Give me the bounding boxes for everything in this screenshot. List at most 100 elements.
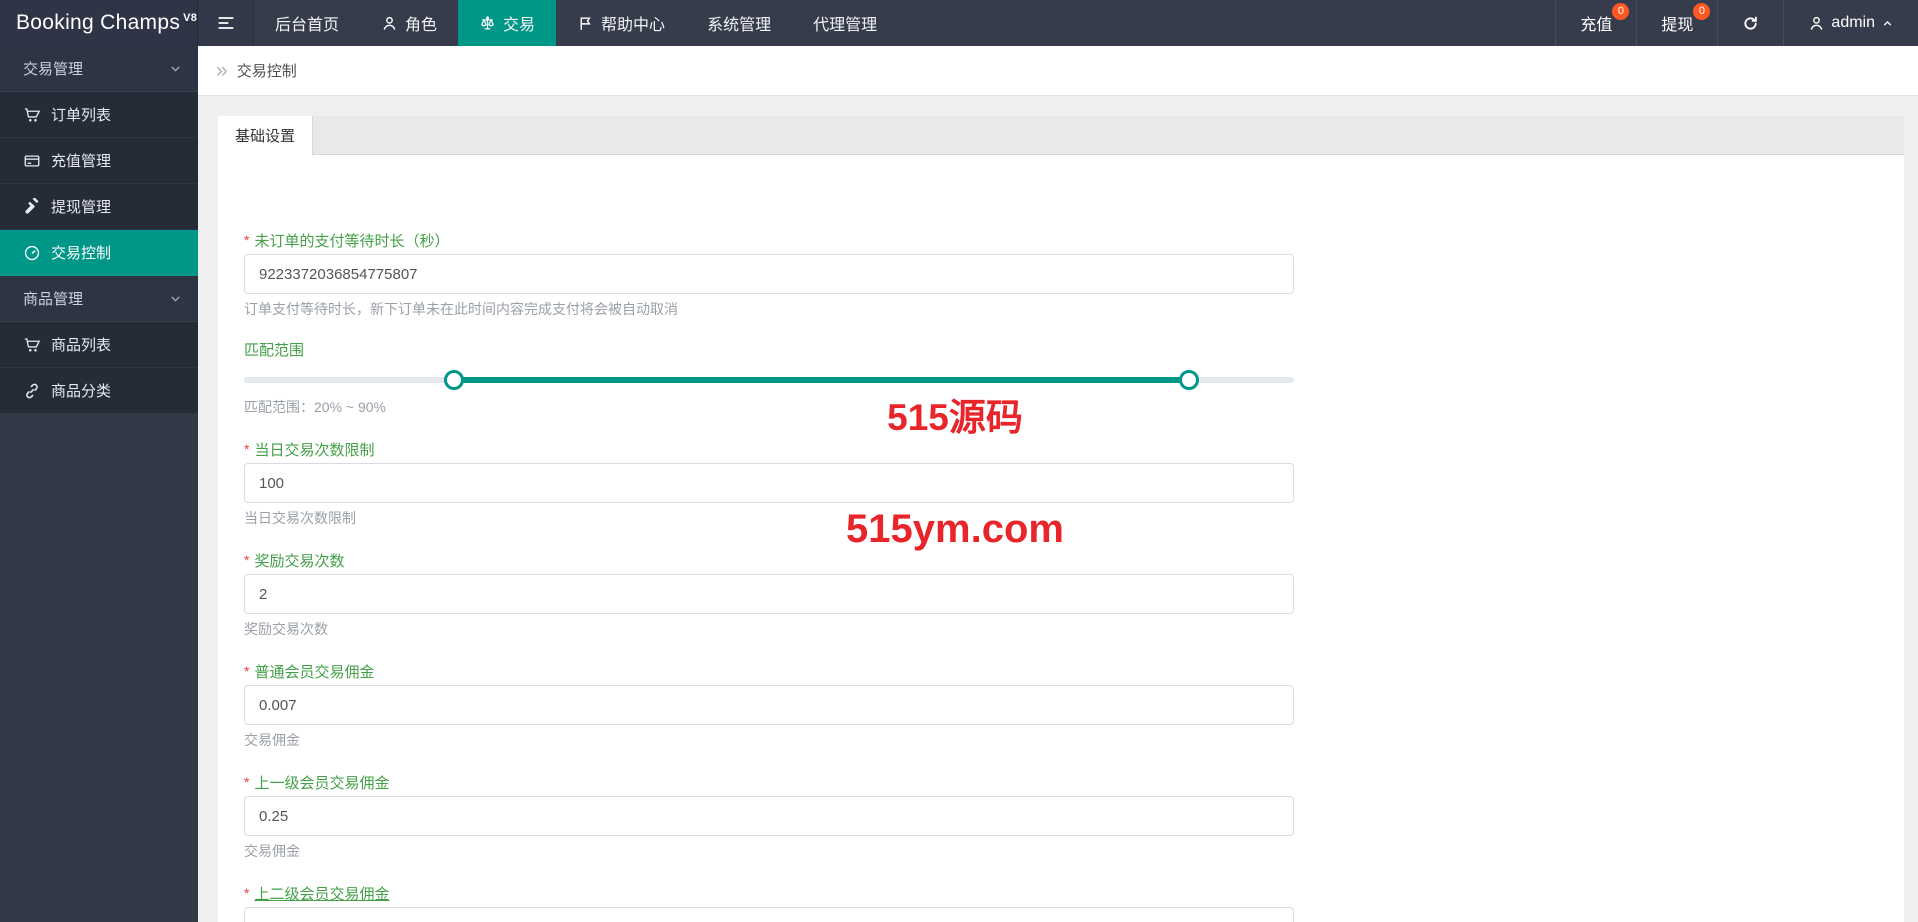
normal-member-commission-input[interactable] xyxy=(244,685,1294,725)
required-asterisk: * xyxy=(244,885,249,901)
nav-item-trade[interactable]: 交易 xyxy=(458,0,556,46)
field-level2-member-commission: *上二级会员交易佣金 交易佣金 xyxy=(244,884,1294,922)
withdraw-badge: 0 xyxy=(1693,3,1710,20)
settings-form: *未订单的支付等待时长（秒） 订单支付等待时长，新下订单未在此时间内容完成支付将… xyxy=(244,231,1294,922)
nav-item-dashboard[interactable]: 后台首页 xyxy=(254,0,360,46)
sidebar-item-label: 提现管理 xyxy=(51,196,111,217)
sidebar-group-trade-management[interactable]: 交易管理 xyxy=(0,46,198,92)
sidebar-item-label: 订单列表 xyxy=(51,104,111,125)
refresh-button[interactable] xyxy=(1717,0,1783,46)
brand-name: Booking ChampsV8 xyxy=(16,11,197,35)
sidebar-group-label: 交易管理 xyxy=(23,58,83,79)
navbar-spacer xyxy=(898,0,1555,46)
content-area: 基础设置 *未订单的支付等待时长（秒） 订单支付等待时长，新下订单未在此时间内容… xyxy=(198,96,1918,922)
sidebar-item-label: 交易控制 xyxy=(51,242,111,263)
slider-handle-min[interactable] xyxy=(444,370,464,390)
user-icon xyxy=(381,15,398,32)
cart-icon xyxy=(23,336,41,354)
username-label: admin xyxy=(1831,14,1875,32)
level1-member-commission-input[interactable] xyxy=(244,796,1294,836)
tab-bar: 基础设置 xyxy=(218,116,1904,155)
field-label: *普通会员交易佣金 xyxy=(244,662,1294,682)
daily-trade-limit-input[interactable] xyxy=(244,463,1294,503)
nav-item-roles[interactable]: 角色 xyxy=(360,0,458,46)
sidebar-item-recharge-management[interactable]: 充值管理 xyxy=(0,138,198,184)
withdraw-button[interactable]: 提现 0 xyxy=(1636,0,1717,46)
nav-item-label: 后台首页 xyxy=(275,11,339,35)
link-icon xyxy=(23,382,41,400)
gavel-icon xyxy=(23,198,41,216)
required-asterisk: * xyxy=(244,663,249,679)
sidebar: 交易管理 订单列表 充值管理 提现管理 交易控制 商品管理 商品列表 xyxy=(0,46,198,922)
watermark-text: 515源码 xyxy=(887,387,1023,441)
chevron-up-icon xyxy=(1881,17,1894,30)
double-chevron-icon: » xyxy=(216,60,228,81)
sidebar-item-product-category[interactable]: 商品分类 xyxy=(0,368,198,414)
slider-handle-max[interactable] xyxy=(1179,370,1199,390)
sidebar-group-label: 商品管理 xyxy=(23,288,83,309)
withdraw-label: 提现 xyxy=(1661,11,1693,35)
breadcrumb: » 交易控制 xyxy=(198,46,1918,96)
recharge-badge: 0 xyxy=(1612,3,1629,20)
sidebar-item-trade-control[interactable]: 交易控制 xyxy=(0,230,198,276)
nav-item-agent[interactable]: 代理管理 xyxy=(792,0,898,46)
user-icon xyxy=(1808,15,1825,32)
flag-icon xyxy=(577,15,594,32)
nav-item-help-center[interactable]: 帮助中心 xyxy=(556,0,686,46)
level2-member-commission-input[interactable] xyxy=(244,907,1294,922)
field-help: 当日交易次数限制 xyxy=(244,510,1294,526)
recharge-label: 充值 xyxy=(1580,11,1612,35)
hamburger-icon xyxy=(216,13,236,33)
field-reward-trade-count: *奖励交易次数 奖励交易次数 xyxy=(244,551,1294,637)
required-asterisk: * xyxy=(244,441,249,457)
refresh-icon xyxy=(1742,15,1759,32)
field-label: *当日交易次数限制 xyxy=(244,440,1294,460)
tab-label: 基础设置 xyxy=(235,125,295,146)
chevron-down-icon xyxy=(169,292,182,305)
credit-card-icon xyxy=(23,152,41,170)
field-level1-member-commission: *上一级会员交易佣金 交易佣金 xyxy=(244,773,1294,859)
nav-item-label: 交易 xyxy=(503,11,535,35)
reward-trade-count-input[interactable] xyxy=(244,574,1294,614)
sidebar-item-label: 充值管理 xyxy=(51,150,111,171)
nav-item-label: 系统管理 xyxy=(707,11,771,35)
field-help: 订单支付等待时长，新下订单未在此时间内容完成支付将会被自动取消 xyxy=(244,301,1294,317)
sidebar-group-product-management[interactable]: 商品管理 xyxy=(0,276,198,322)
field-help: 交易佣金 xyxy=(244,732,1294,748)
required-asterisk: * xyxy=(244,552,249,568)
settings-panel: *未订单的支付等待时长（秒） 订单支付等待时长，新下订单未在此时间内容完成支付将… xyxy=(218,155,1904,922)
main-area: » 交易控制 基础设置 *未订单的支付等待时长（秒） 订单支付等待时长，新下订单… xyxy=(198,46,1918,922)
watermark-text: 515ym.com xyxy=(846,507,1064,552)
navbar-right: 充值 0 提现 0 admin xyxy=(1555,0,1918,46)
sidebar-item-order-list[interactable]: 订单列表 xyxy=(0,92,198,138)
field-order-pay-wait-time: *未订单的支付等待时长（秒） 订单支付等待时长，新下订单未在此时间内容完成支付将… xyxy=(244,231,1294,317)
field-label: *未订单的支付等待时长（秒） xyxy=(244,231,1294,251)
field-help: 奖励交易次数 xyxy=(244,621,1294,637)
slider-fill xyxy=(454,377,1189,383)
nav-item-label: 帮助中心 xyxy=(601,11,665,35)
match-range-slider xyxy=(244,368,1294,392)
chevron-down-icon xyxy=(169,62,182,75)
cart-icon xyxy=(23,106,41,124)
sidebar-filler xyxy=(0,414,198,922)
field-label: *上二级会员交易佣金 xyxy=(244,884,1294,904)
field-label: 匹配范围 xyxy=(244,342,1294,360)
order-pay-wait-time-input[interactable] xyxy=(244,254,1294,294)
gauge-icon xyxy=(23,244,41,262)
field-daily-trade-limit: *当日交易次数限制 当日交易次数限制 xyxy=(244,440,1294,526)
nav-item-system[interactable]: 系统管理 xyxy=(686,0,792,46)
sidebar-toggle-button[interactable] xyxy=(198,0,254,46)
required-asterisk: * xyxy=(244,774,249,790)
required-asterisk: * xyxy=(244,232,249,248)
recharge-button[interactable]: 充值 0 xyxy=(1555,0,1636,46)
field-match-range: 匹配范围 匹配范围：20% ~ 90% xyxy=(244,342,1294,415)
nav-item-label: 代理管理 xyxy=(813,11,877,35)
main-menu: 后台首页 角色 交易 帮助中心 系统管理 代理管理 xyxy=(254,0,898,46)
field-help: 匹配范围：20% ~ 90% xyxy=(244,399,1294,415)
tab-basic-settings[interactable]: 基础设置 xyxy=(218,116,313,155)
user-menu[interactable]: admin xyxy=(1783,0,1918,46)
sidebar-item-product-list[interactable]: 商品列表 xyxy=(0,322,198,368)
field-normal-member-commission: *普通会员交易佣金 交易佣金 xyxy=(244,662,1294,748)
sidebar-item-withdraw-management[interactable]: 提现管理 xyxy=(0,184,198,230)
field-label: *上一级会员交易佣金 xyxy=(244,773,1294,793)
